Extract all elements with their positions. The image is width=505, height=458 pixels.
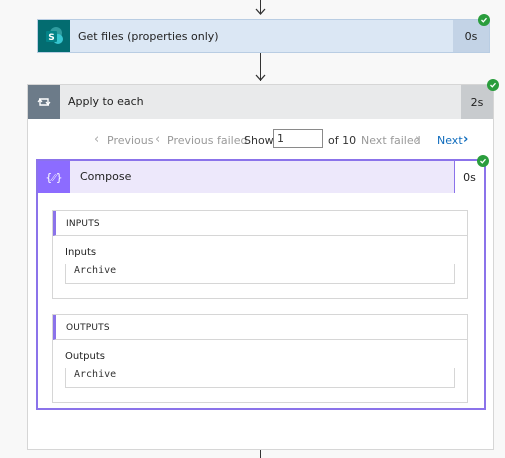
next-failed-button[interactable]: Next failed [361, 134, 421, 147]
next-failed-chevron-icon[interactable]: › [415, 132, 420, 147]
get-files-action[interactable]: S Get files (properties only) 0s [37, 19, 490, 53]
next-chevron-icon[interactable]: › [463, 132, 468, 147]
previous-chevron-icon[interactable]: ‹ [94, 132, 99, 147]
loop-icon [28, 85, 60, 119]
apply-to-each-duration: 2s [461, 85, 493, 119]
inputs-section: INPUTS Inputs Archive [52, 210, 468, 299]
compose-success-icon [477, 155, 489, 167]
down-arrow-icon [255, 8, 266, 15]
bottom-connector [260, 450, 261, 458]
apply-to-each-header[interactable]: Apply to each 2s [28, 85, 493, 119]
previous-failed-chevron-icon[interactable]: ‹ [155, 132, 160, 147]
next-button[interactable]: Next [437, 134, 463, 147]
inputs-header[interactable]: INPUTS [53, 211, 467, 236]
compose-action: {⁄⁄} Compose 0s INPUTS Inputs Archive OU… [36, 159, 486, 410]
down-arrow-icon [255, 74, 266, 81]
apply-to-each-success-icon [487, 79, 499, 91]
inputs-label: Inputs [65, 247, 97, 258]
outputs-label: Outputs [65, 351, 105, 362]
apply-to-each-title: Apply to each [68, 95, 144, 108]
get-files-title: Get files (properties only) [78, 30, 219, 43]
outputs-header[interactable]: OUTPUTS [53, 315, 467, 340]
compose-title: Compose [80, 170, 132, 183]
outputs-value: Archive [65, 368, 455, 388]
page-number-input[interactable] [273, 129, 323, 148]
outputs-section: OUTPUTS Outputs Archive [52, 314, 468, 403]
show-label: Show [244, 134, 274, 147]
pagination-bar: ‹ Previous ‹ Previous failed Show of 10 … [0, 132, 505, 150]
previous-button[interactable]: Previous [107, 134, 154, 147]
previous-failed-button[interactable]: Previous failed [167, 134, 247, 147]
inputs-value: Archive [65, 264, 455, 284]
of-total-label: of 10 [328, 134, 357, 147]
compose-icon: {⁄⁄} [38, 161, 70, 193]
svg-text:S: S [48, 33, 54, 43]
sharepoint-icon: S [38, 20, 70, 52]
compose-header[interactable]: {⁄⁄} Compose 0s [38, 161, 484, 193]
get-files-success-icon [478, 14, 490, 26]
